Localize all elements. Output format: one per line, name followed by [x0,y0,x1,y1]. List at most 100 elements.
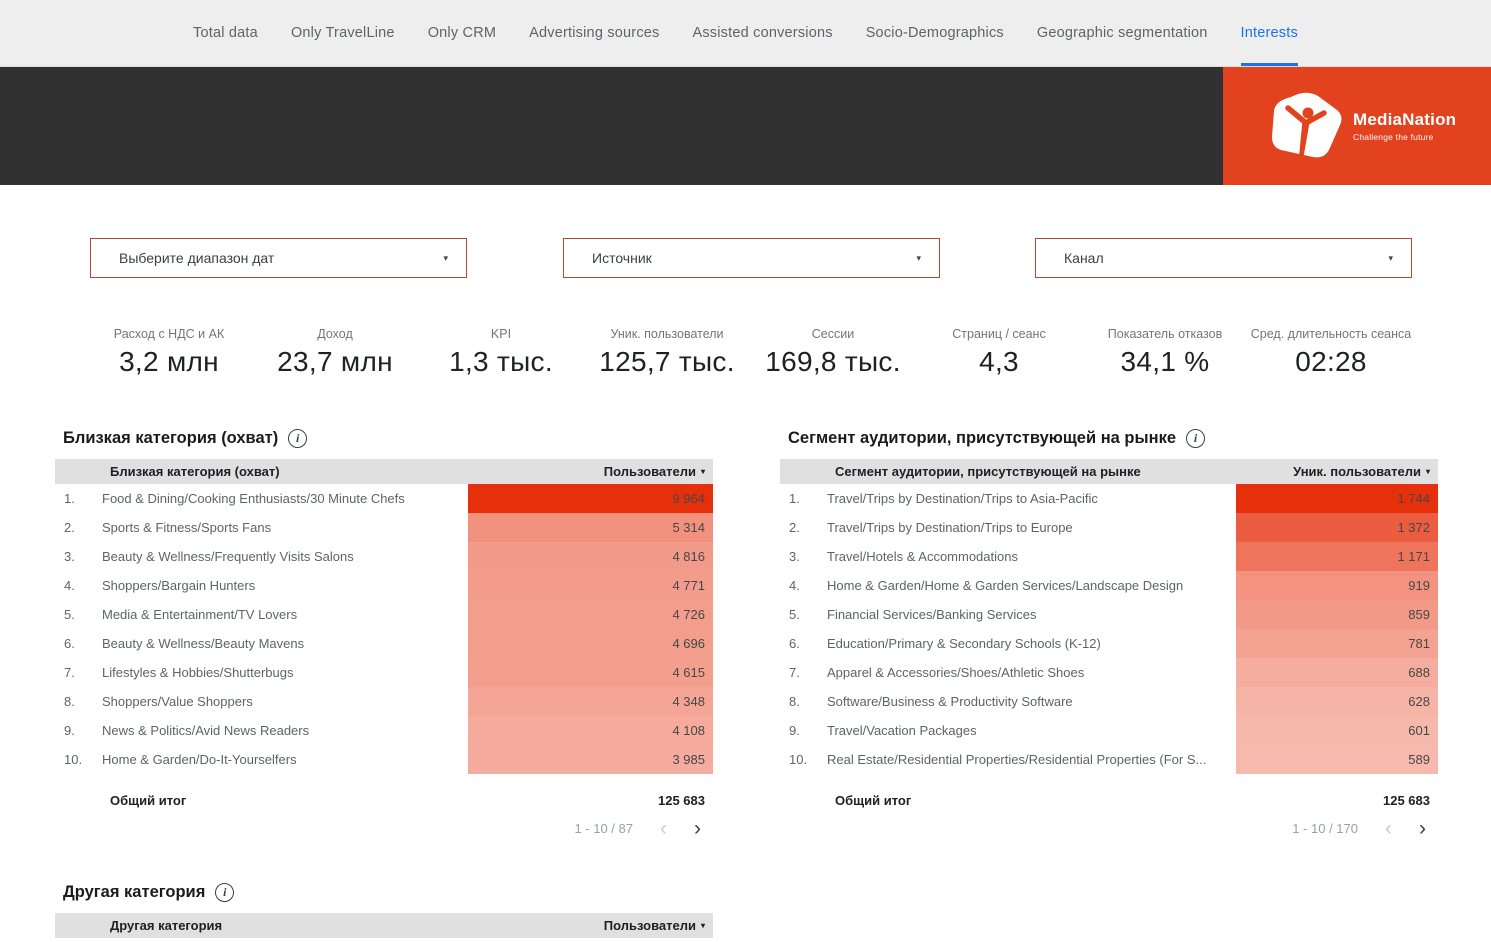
row-category: Food & Dining/Cooking Enthusiasts/30 Min… [102,491,405,506]
table-row: 8. Software/Business & Productivity Softw… [780,687,1438,716]
row-category: Education/Primary & Secondary Schools (K… [827,636,1101,651]
medianation-logo-icon [1272,92,1342,158]
row-index: 10. [789,752,808,767]
tab-total-data[interactable]: Total data [193,0,258,66]
row-index: 4. [64,578,75,593]
channel-filter[interactable]: Канал ▾ [1035,238,1412,278]
info-icon[interactable]: i [215,883,235,902]
column-header-dimension: Близкая категория (охват) [110,464,280,479]
row-index: 10. [64,752,83,767]
table-row: 8. Shoppers/Value Shoppers 4 348 [55,687,713,716]
row-category: Travel/Trips by Destination/Trips to Eur… [827,520,1073,535]
row-value-heatcell: 781 [1236,629,1438,658]
column-header-metric[interactable]: Пользователи ▾ [604,918,713,933]
row-value-heatcell: 628 [1236,687,1438,716]
tab-interests[interactable]: Interests [1240,0,1298,66]
row-value-heatcell: 919 [1236,571,1438,600]
date-range-filter-label: Выберите диапазон дат [119,250,275,266]
kpi-value: 125,7 тыс. [599,346,735,377]
tab-socio-demographics[interactable]: Socio-Demographics [866,0,1004,66]
row-category: Beauty & Wellness/Beauty Mavens [102,636,305,651]
source-filter[interactable]: Источник ▾ [563,238,940,278]
table-row: 10. Real Estate/Residential Properties/Re… [780,745,1438,774]
column-header-metric[interactable]: Уник. пользователи ▾ [1293,464,1438,479]
row-category: Software/Business & Productivity Softwar… [827,694,1073,709]
row-index: 7. [64,665,75,680]
chevron-down-icon: ▾ [443,252,448,263]
table-pagination: 1 - 10 / 87 ‹ › [55,818,713,839]
pagination-prev-icon[interactable]: ‹ [660,818,667,839]
kpi-cost: Расход с НДС и АК 3,2 млн [86,327,252,378]
row-index: 5. [789,607,800,622]
pagination-next-icon[interactable]: › [1419,818,1426,839]
kpi-avg-session-duration: Сред. длительность сеанса 02:28 [1248,327,1414,378]
sort-desc-icon: ▾ [700,467,705,476]
row-value-heatcell: 4 771 [468,571,713,600]
table-header-row: Близкая категория (охват) Пользователи ▾ [55,459,713,484]
column-header-metric-label: Пользователи [603,464,696,479]
source-filter-label: Источник [592,250,652,266]
table-row: 2. Sports & Fitness/Sports Fans 5 314 [55,513,713,542]
chevron-down-icon: ▾ [1388,252,1393,263]
column-header-dimension: Другая категория [110,918,223,933]
table-row: 6. Education/Primary & Secondary Schools … [780,629,1438,658]
total-label: Общий итог [110,792,187,808]
row-index: 7. [789,665,800,680]
row-value-heatcell: 3 985 [468,745,713,774]
row-category: Travel/Hotels & Accommodations [827,549,1018,564]
kpi-label: Сессии [811,327,855,341]
column-header-metric[interactable]: Пользователи ▾ [604,464,713,479]
row-value-heatcell: 859 [1236,600,1438,629]
brand-tagline: Challenge the future [1353,132,1434,142]
kpi-label: Сред. длительность сеанса [1250,327,1412,341]
tab-assisted-conversions[interactable]: Assisted conversions [692,0,832,66]
table-body: 1. Food & Dining/Cooking Enthusiasts/30 M… [55,484,713,774]
row-category: Financial Services/Banking Services [827,607,1037,622]
table-row: 9. Travel/Vacation Packages 601 [780,716,1438,745]
pagination-next-icon[interactable]: › [694,818,701,839]
row-index: 5. [64,607,75,622]
row-index: 2. [64,520,75,535]
brand-block: MediaNation Challenge the future [1223,67,1491,185]
row-category: Shoppers/Bargain Hunters [102,578,256,593]
row-index: 9. [64,723,75,738]
kpi-value: 34,1 % [1120,346,1210,377]
row-value-heatcell: 601 [1236,716,1438,745]
table-row: 7. Apparel & Accessories/Shoes/Athletic S… [780,658,1438,687]
total-value: 125 683 [658,792,705,808]
row-category: Lifestyles & Hobbies/Shutterbugs [102,665,294,680]
row-value-heatcell: 589 [1236,745,1438,774]
table-row: 3. Beauty & Wellness/Frequently Visits Sa… [55,542,713,571]
pagination-range: 1 - 10 / 170 [1292,821,1358,836]
row-category: Beauty & Wellness/Frequently Visits Salo… [102,549,354,564]
kpi-label: Уник. пользователи [610,327,724,341]
kpi-value: 02:28 [1295,346,1367,377]
kpi-value: 169,8 тыс. [765,346,901,377]
table-body: 1. Travel/Trips by Destination/Trips to A… [780,484,1438,774]
kpi-value: 23,7 млн [277,346,393,377]
row-category: News & Politics/Avid News Readers [102,723,310,738]
tab-advertising-sources[interactable]: Advertising sources [529,0,659,66]
row-index: 1. [64,491,75,506]
date-range-filter[interactable]: Выберите диапазон дат ▾ [90,238,467,278]
table-total-row: Общий итог 125 683 [55,789,713,811]
tab-geographic-segmentation[interactable]: Geographic segmentation [1037,0,1208,66]
tab-only-crm[interactable]: Only CRM [428,0,496,66]
table-row: 1. Food & Dining/Cooking Enthusiasts/30 M… [55,484,713,513]
row-value-heatcell: 5 314 [468,513,713,542]
row-index: 1. [789,491,800,506]
row-value-heatcell: 4 108 [468,716,713,745]
row-value-heatcell: 1 372 [1236,513,1438,542]
row-category: Real Estate/Residential Properties/Resid… [827,752,1207,767]
total-label: Общий итог [835,792,912,808]
row-index: 3. [789,549,800,564]
info-icon[interactable]: i [288,429,308,448]
header-band [0,67,1223,185]
pagination-prev-icon[interactable]: ‹ [1385,818,1392,839]
row-value-heatcell: 4 726 [468,600,713,629]
tab-only-travelline[interactable]: Only TravelLine [291,0,395,66]
info-icon[interactable]: i [1186,429,1205,448]
kpi-label: Расход с НДС и АК [113,327,225,341]
chevron-down-icon: ▾ [916,252,921,263]
table-row: 10. Home & Garden/Do-It-Yourselfers 3 985 [55,745,713,774]
